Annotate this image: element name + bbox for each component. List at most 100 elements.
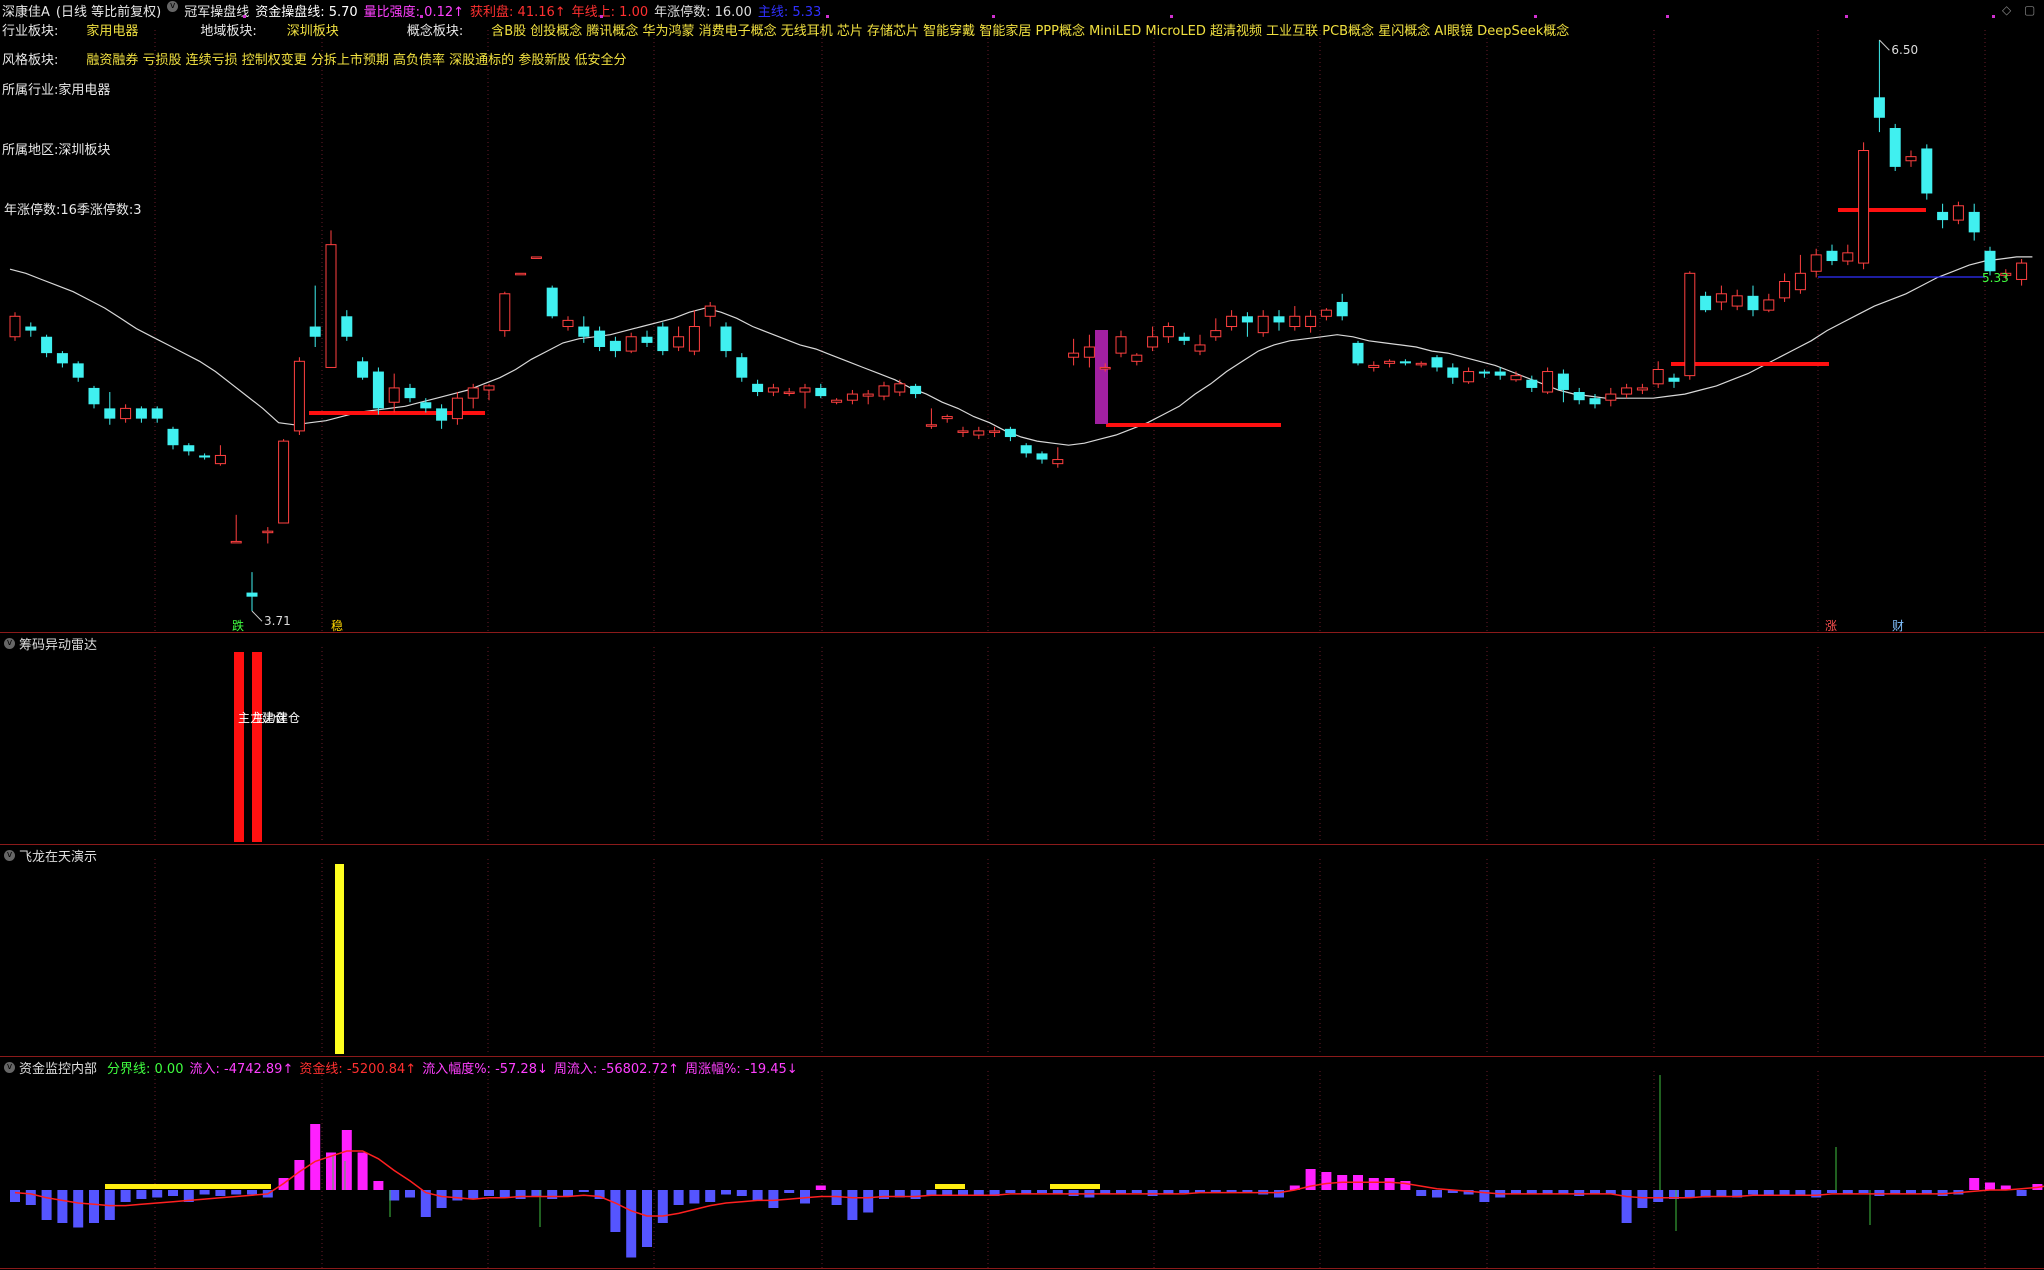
candle-body: [1273, 316, 1285, 323]
flow-bar: [1827, 1190, 1837, 1193]
candle-body: [1557, 373, 1569, 390]
flow-bar: [1131, 1190, 1142, 1193]
dragon-chart[interactable]: [0, 845, 2044, 1055]
candle-body: [1542, 371, 1554, 393]
top-marker: [600, 15, 603, 18]
flow-bar: [231, 1190, 242, 1195]
candle-body: [278, 440, 290, 524]
high-label: 6.50: [1891, 43, 1918, 57]
candle-body: [41, 336, 53, 354]
candle-body: [1083, 346, 1095, 358]
candle-body: [167, 428, 179, 446]
candle-body: [1842, 252, 1854, 262]
candle-body: [1652, 369, 1664, 385]
top-marker: [826, 15, 829, 18]
flow-bar: [484, 1190, 494, 1196]
candle-body: [2016, 262, 2028, 280]
flow-bar: [10, 1190, 20, 1202]
candle-body: [214, 454, 226, 465]
flow-bar: [1368, 1178, 1379, 1190]
flow-bar: [1068, 1190, 1079, 1196]
flow-bar: [578, 1190, 589, 1192]
flow-bar: [657, 1190, 668, 1223]
candle-body: [641, 336, 653, 343]
flow-bar: [57, 1190, 68, 1223]
flow-bar: [1416, 1190, 1427, 1196]
candle-body: [1036, 453, 1048, 460]
candle-body: [831, 399, 843, 403]
candle-body: [594, 330, 606, 347]
candle-body: [1700, 295, 1712, 311]
candle-body: [183, 445, 195, 452]
fund-monitor-chart[interactable]: [0, 1057, 2044, 1269]
candle-body: [1510, 375, 1522, 381]
flow-bar: [310, 1124, 321, 1190]
candle-body: [1241, 316, 1253, 323]
chip-bar: [252, 652, 262, 842]
flow-bar: [199, 1190, 210, 1195]
candle-body: [1257, 315, 1269, 334]
candle-body: [1636, 387, 1648, 391]
flow-bar: [41, 1190, 52, 1220]
fund-yellow-segment: [1050, 1184, 1100, 1189]
candle-body: [1052, 459, 1064, 465]
flow-bar: [1969, 1178, 1980, 1190]
candle-body: [1415, 362, 1427, 366]
candle-body: [1889, 128, 1901, 167]
flow-bar: [73, 1190, 84, 1228]
candle-body: [989, 430, 1001, 433]
candle-body: [1384, 360, 1396, 364]
candle-body: [1399, 361, 1411, 364]
candle-body: [1605, 393, 1617, 401]
candle-body: [752, 383, 764, 393]
flow-bar: [1874, 1190, 1885, 1196]
top-marker: [420, 15, 423, 18]
chip-radar-chart[interactable]: [0, 633, 2044, 843]
candle-body: [1447, 367, 1459, 378]
candle-body: [72, 363, 84, 378]
candle-body: [151, 408, 163, 419]
flow-bar: [942, 1190, 953, 1195]
candle-body: [1289, 315, 1301, 328]
candle-body: [673, 336, 685, 348]
flow-bar: [247, 1190, 257, 1195]
flow-bar: [1985, 1182, 1995, 1190]
flow-bar: [436, 1190, 447, 1208]
flow-bar: [1005, 1190, 1016, 1193]
flow-bar: [152, 1190, 163, 1198]
candle-body: [1573, 392, 1585, 401]
candle-body: [1463, 371, 1475, 383]
flow-bar: [705, 1190, 716, 1202]
panel-bottom-border: [0, 1268, 2044, 1269]
candle-body: [56, 353, 68, 364]
candle-body: [483, 385, 495, 391]
candle-body: [1368, 364, 1380, 368]
candle-body: [135, 408, 147, 419]
candle-body: [1320, 309, 1332, 317]
flow-bar: [1748, 1190, 1758, 1195]
flow-bar: [815, 1185, 826, 1190]
flow-bar: [863, 1190, 874, 1213]
top-marker: [1534, 15, 1537, 18]
flow-bar: [215, 1190, 226, 1196]
flow-bar: [1637, 1190, 1648, 1208]
candle-body: [1226, 315, 1238, 328]
flow-bar: [1653, 1190, 1664, 1202]
candle-body: [530, 256, 542, 259]
candle-body: [1162, 326, 1174, 338]
candle-body: [341, 316, 353, 337]
chip-bar: [234, 652, 244, 842]
candle-body: [625, 336, 637, 352]
flow-bar: [547, 1190, 558, 1199]
top-marker: [1845, 15, 1848, 18]
flow-bar: [800, 1190, 810, 1204]
top-marker: [1992, 15, 1995, 18]
flow-bar: [1432, 1190, 1442, 1198]
candle-body: [609, 340, 621, 352]
flow-bar: [136, 1190, 147, 1199]
candle-body: [1131, 354, 1143, 362]
candlestick-chart[interactable]: 6.50 3.71 5.33: [0, 0, 2044, 632]
flow-bar: [2016, 1190, 2027, 1196]
candle-body: [325, 244, 337, 368]
candle-body: [1178, 336, 1190, 341]
